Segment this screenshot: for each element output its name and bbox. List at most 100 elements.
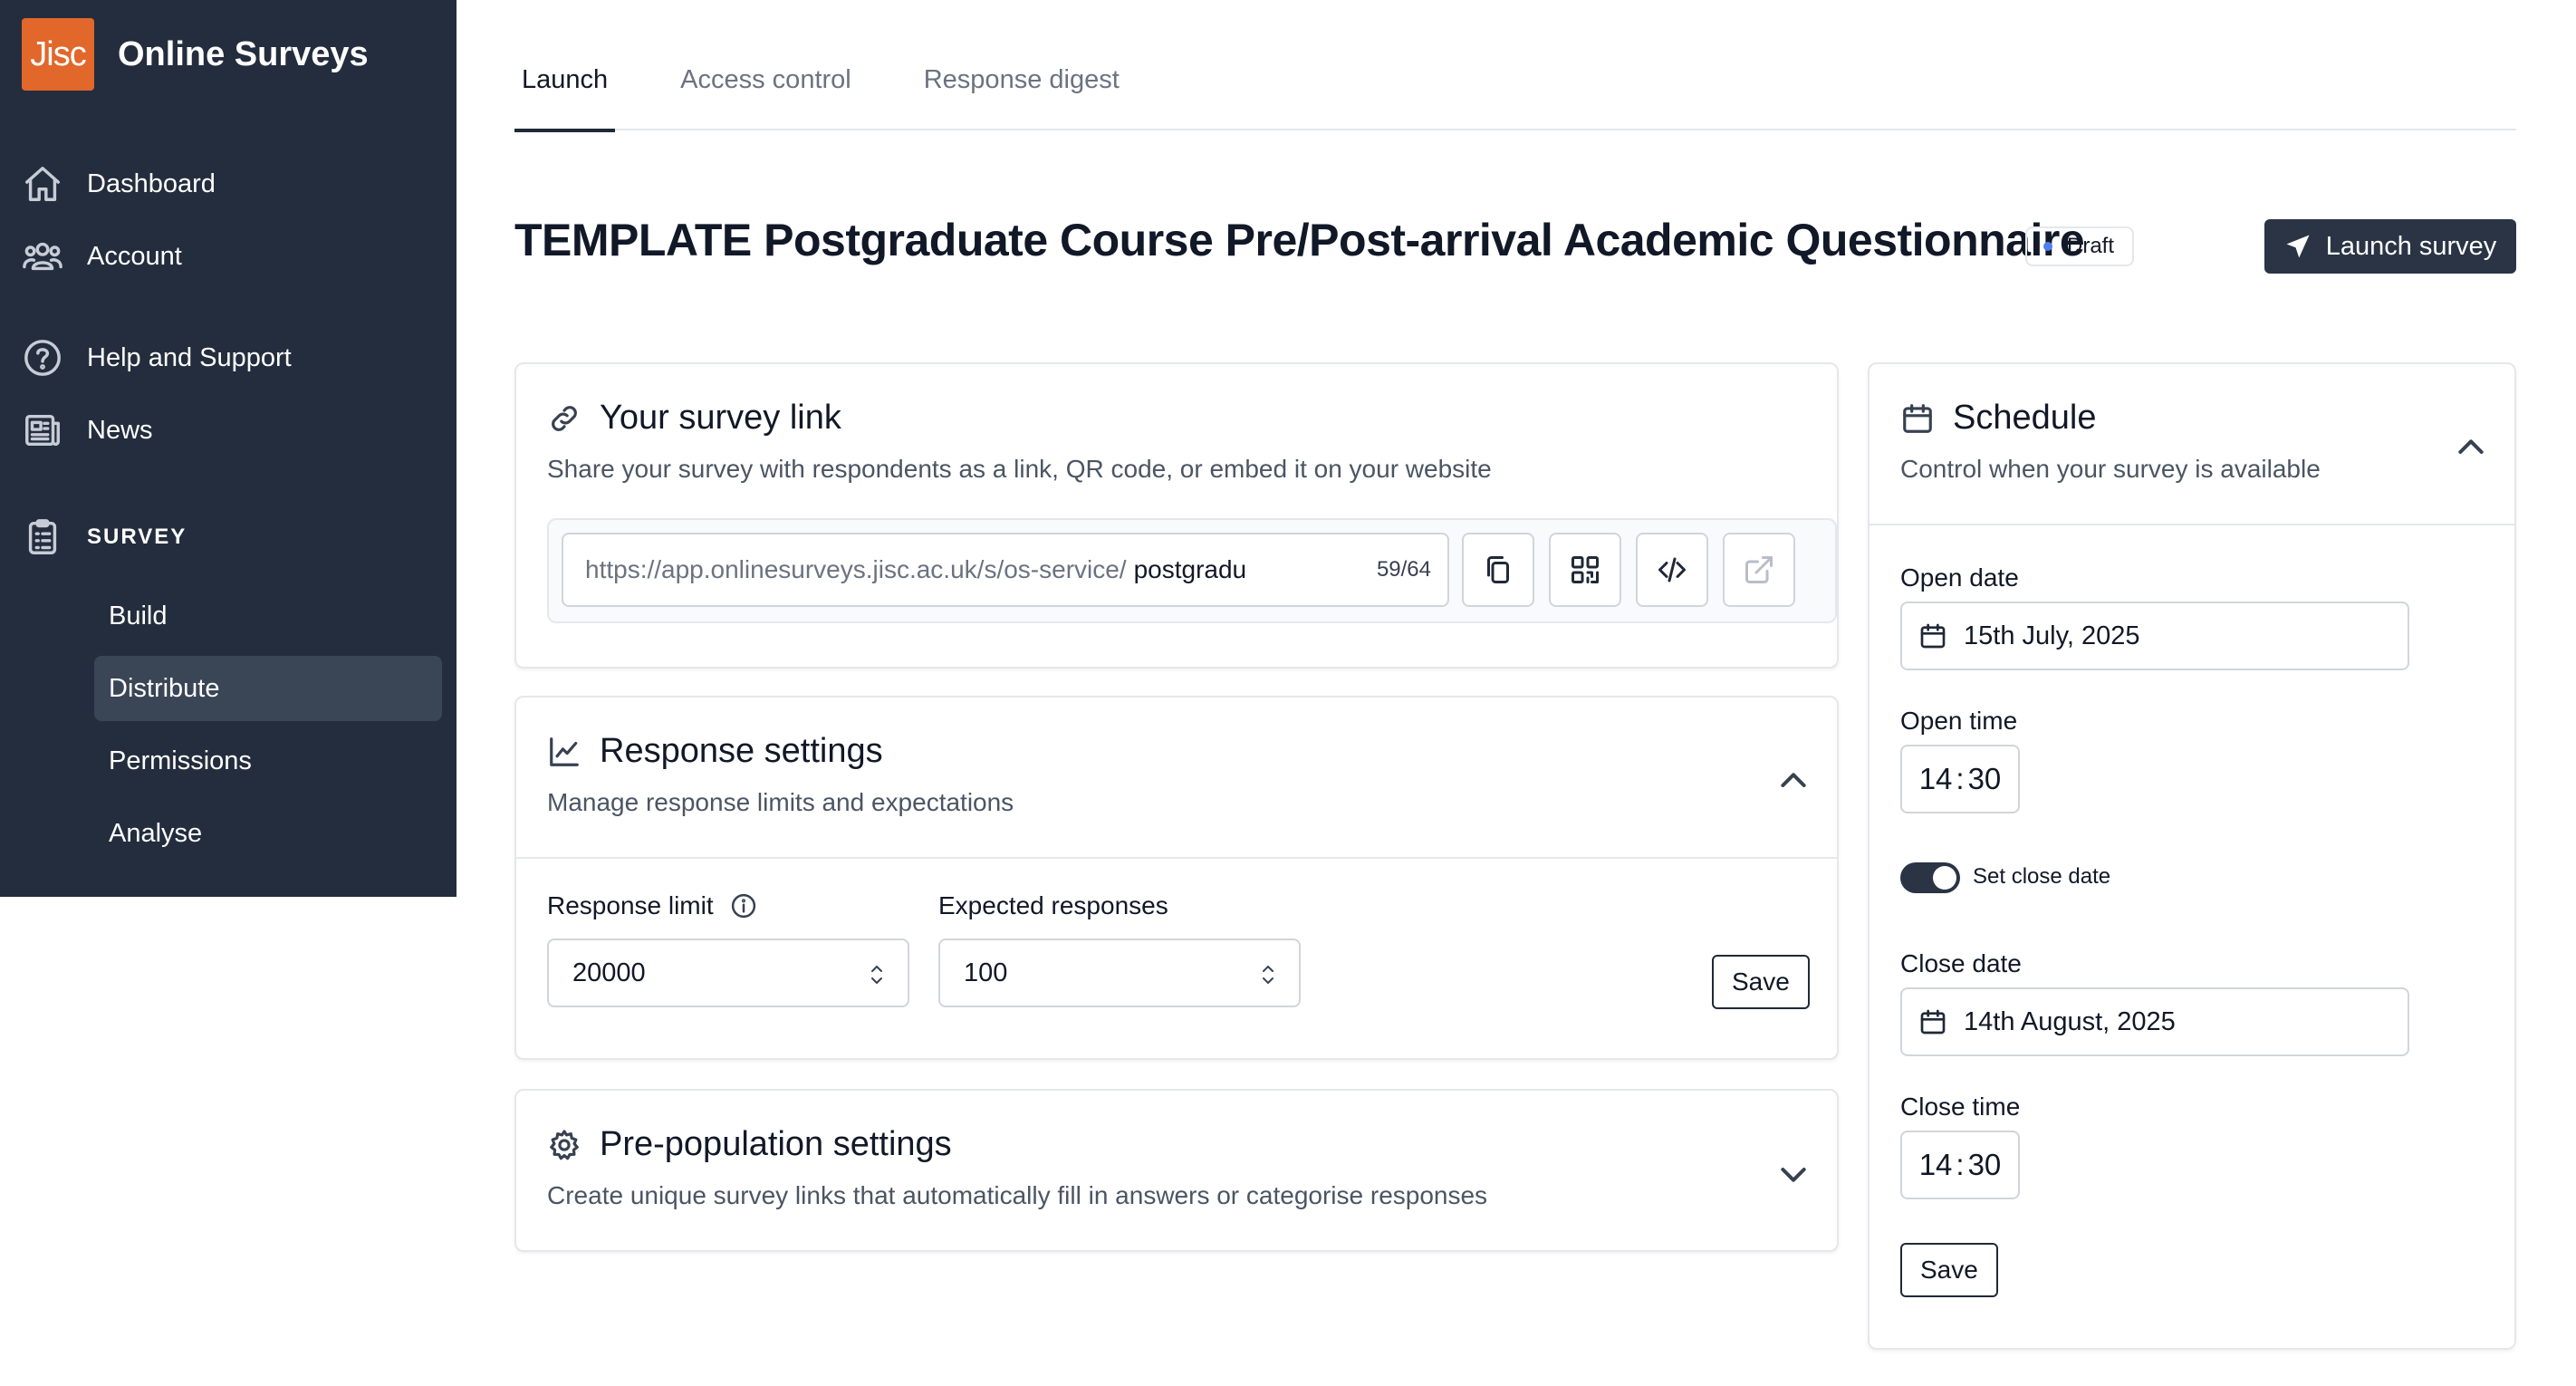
sidebar-item-label: Distribute: [109, 673, 220, 703]
close-minute[interactable]: 30: [1968, 1148, 2002, 1182]
prepopulation-subtitle: Create unique survey links that automati…: [547, 1181, 1488, 1209]
home-icon: [25, 167, 60, 201]
schedule-title-text: Schedule: [1953, 399, 2097, 437]
users-icon: [23, 242, 62, 271]
brand[interactable]: Jisc Online Surveys: [22, 18, 369, 91]
copy-link-button[interactable]: [1462, 533, 1534, 607]
tab-bar: Launch Access control Response digest: [514, 54, 2516, 132]
clipboard-icon: [28, 519, 57, 554]
app-name: Online Surveys: [118, 34, 369, 73]
sidebar-item-label: Build: [109, 601, 168, 630]
gear-icon: [550, 1129, 579, 1160]
prepopulation-card[interactable]: Pre-population settings Create unique su…: [514, 1089, 1839, 1252]
help-circle-icon: [24, 340, 61, 376]
schedule-subtitle: Control when your survey is available: [1900, 455, 2321, 483]
close-time-input[interactable]: 14 : 30: [1900, 1131, 2020, 1199]
link-icon: [552, 405, 577, 431]
survey-link-card: Your survey link Share your survey with …: [514, 362, 1839, 669]
sidebar-item-label: Dashboard: [87, 168, 216, 198]
expected-responses-input[interactable]: 100: [938, 938, 1301, 1007]
close-date-value: 14th August, 2025: [1964, 1006, 2176, 1036]
sidebar-item-label: Permissions: [109, 746, 252, 775]
sidebar-item-label: Help and Support: [87, 342, 292, 372]
save-schedule-button[interactable]: Save: [1900, 1243, 1998, 1297]
sidebar-item-account[interactable]: Account: [22, 236, 182, 277]
survey-link-box: https://app.onlinesurveys.jisc.ac.uk/s/o…: [547, 518, 1837, 623]
sidebar-item-build[interactable]: Build: [94, 583, 442, 649]
response-limit-label: Response limit: [547, 891, 757, 920]
survey-url-slug[interactable]: postgradu: [1134, 555, 1254, 584]
embed-code-button[interactable]: [1636, 533, 1708, 607]
open-hour[interactable]: 14: [1919, 762, 1953, 796]
survey-link-subtitle: Share your survey with respondents as a …: [547, 455, 1492, 483]
sidebar-item-label: Account: [87, 241, 182, 271]
close-date-input[interactable]: 14th August, 2025: [1900, 987, 2409, 1056]
calendar-icon: [1920, 623, 1946, 649]
qr-code-icon: [1572, 556, 1599, 583]
close-date-label: Close date: [1900, 949, 2022, 977]
status-badge: Draft: [2025, 226, 2135, 266]
jisc-logo: Jisc: [22, 18, 94, 91]
chevron-down-icon[interactable]: [1775, 1156, 1812, 1192]
calendar-icon: [1920, 1009, 1946, 1035]
close-time-label: Close time: [1900, 1092, 2021, 1121]
expected-responses-label: Expected responses: [938, 891, 1168, 919]
tab-access-control[interactable]: Access control: [673, 54, 859, 130]
prepopulation-title: Pre-population settings: [547, 1125, 952, 1164]
sidebar-item-analyse[interactable]: Analyse: [94, 801, 442, 866]
tab-launch[interactable]: Launch: [514, 54, 616, 132]
tab-response-digest[interactable]: Response digest: [917, 54, 1127, 130]
open-minute[interactable]: 30: [1968, 762, 2002, 796]
spinner-arrows-icon[interactable]: [868, 962, 886, 987]
set-close-date-toggle[interactable]: [1900, 862, 1960, 893]
sidebar-item-news[interactable]: News: [22, 409, 153, 451]
sidebar-item-distribute[interactable]: Distribute: [94, 656, 442, 721]
status-badge-label: Draft: [2067, 234, 2115, 258]
survey-url-prefix: https://app.onlinesurveys.jisc.ac.uk/s/o…: [585, 555, 1127, 583]
info-icon[interactable]: [730, 892, 757, 919]
sidebar-item-permissions[interactable]: Permissions: [94, 728, 442, 794]
launch-survey-button[interactable]: Launch survey: [2264, 219, 2516, 274]
launch-survey-label: Launch survey: [2325, 231, 2497, 261]
copy-icon: [1487, 556, 1509, 583]
save-response-settings-button[interactable]: Save: [1712, 955, 1810, 1009]
sidebar-item-label: News: [87, 415, 153, 445]
sidebar-item-dashboard[interactable]: Dashboard: [22, 163, 216, 205]
response-settings-title-text: Response settings: [600, 732, 883, 770]
status-dot: [2043, 242, 2052, 251]
sidebar-item-label: Analyse: [109, 818, 203, 848]
toggle-knob: [1933, 866, 1956, 890]
response-settings-title: Response settings: [547, 732, 883, 771]
prepopulation-title-text: Pre-population settings: [600, 1125, 952, 1163]
character-count: 59/64: [1376, 557, 1431, 582]
calendar-icon: [1903, 403, 1932, 433]
response-settings-subtitle: Manage response limits and expectations: [547, 788, 1014, 816]
expected-responses-value: 100: [964, 958, 1008, 987]
open-date-label: Open date: [1900, 563, 2019, 592]
chevron-up-icon[interactable]: [1775, 763, 1812, 799]
external-link-icon: [1745, 556, 1773, 583]
send-icon: [2286, 235, 2310, 258]
spinner-arrows-icon[interactable]: [1259, 962, 1277, 987]
open-link-button[interactable]: [1723, 533, 1795, 607]
code-icon: [1658, 557, 1686, 582]
response-limit-input[interactable]: 20000: [547, 938, 909, 1007]
time-separator: :: [1956, 1148, 1965, 1181]
chart-line-icon: [550, 736, 579, 766]
open-time-input[interactable]: 14 : 30: [1900, 745, 2020, 813]
survey-section-heading: SURVEY: [22, 516, 187, 558]
schedule-title: Schedule: [1900, 399, 2096, 438]
survey-url-input[interactable]: https://app.onlinesurveys.jisc.ac.uk/s/o…: [562, 533, 1449, 607]
newspaper-icon: [25, 414, 60, 447]
qr-code-button[interactable]: [1549, 533, 1621, 607]
close-hour[interactable]: 14: [1919, 1148, 1953, 1182]
survey-link-title: Your survey link: [547, 399, 841, 438]
open-time-label: Open time: [1900, 707, 2018, 735]
chevron-up-icon[interactable]: [2453, 429, 2489, 466]
open-date-input[interactable]: 15th July, 2025: [1900, 602, 2409, 670]
page-title: TEMPLATE Postgraduate Course Pre/Post-ar…: [514, 215, 2085, 265]
sidebar-item-help[interactable]: Help and Support: [22, 337, 292, 379]
response-settings-card: Response settings Manage response limits…: [514, 696, 1839, 1060]
response-limit-label-text: Response limit: [547, 891, 714, 919]
sidebar: Jisc Online Surveys Dashboard Account He…: [0, 0, 457, 897]
